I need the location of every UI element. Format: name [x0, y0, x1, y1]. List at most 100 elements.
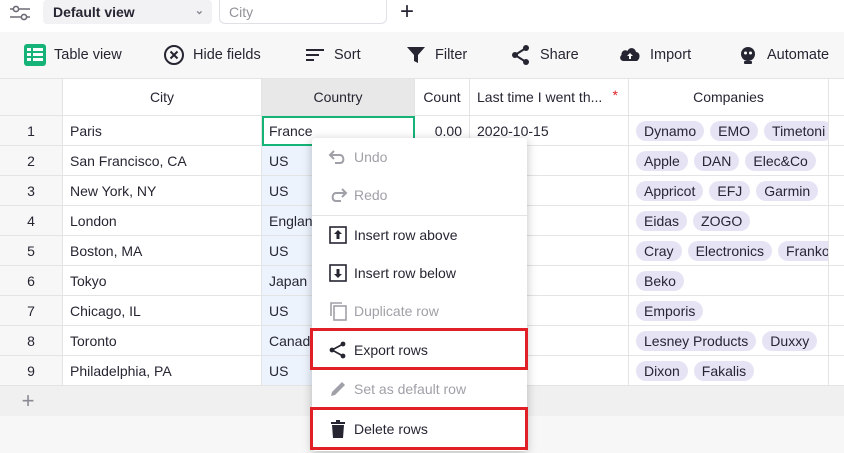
row-number[interactable]: 8: [0, 326, 63, 356]
cell-companies[interactable]: Emporis: [629, 296, 829, 326]
row-number[interactable]: 6: [0, 266, 63, 296]
cell-city[interactable]: London: [63, 206, 262, 236]
column-header-country[interactable]: Country: [262, 79, 415, 116]
column-header-city[interactable]: City: [63, 79, 262, 116]
company-chip[interactable]: Dixon: [636, 360, 688, 381]
view-name: Default view: [53, 4, 135, 20]
set-default-label: Set as default row: [354, 381, 467, 397]
cell-city-text: San Francisco, CA: [70, 152, 187, 169]
robot-icon: [741, 47, 755, 64]
company-chip[interactable]: Duxxy: [762, 330, 818, 351]
add-view-button[interactable]: +: [400, 0, 414, 25]
column-header-count[interactable]: Count: [415, 79, 470, 116]
company-chip[interactable]: Cray: [636, 240, 682, 261]
cell-companies[interactable]: Dynamo EMO Timetoni: [629, 116, 829, 146]
company-chip[interactable]: Apple: [636, 150, 688, 171]
context-menu: Undo Redo Insert row above Insert row be…: [312, 138, 527, 451]
table-view-label: Table view: [54, 47, 122, 63]
cell-companies[interactable]: Eidas ZOGO: [629, 206, 829, 236]
redo-label: Redo: [354, 187, 388, 203]
companies-header-label: Companies: [693, 89, 764, 105]
row-filler: [829, 206, 844, 236]
row-number[interactable]: 2: [0, 146, 63, 176]
row-number-text: 6: [27, 272, 35, 289]
search-input[interactable]: City: [219, 0, 387, 24]
cell-companies[interactable]: Appricot EFJ Garmin: [629, 176, 829, 206]
row-number[interactable]: 1: [0, 116, 63, 146]
row-number[interactable]: 7: [0, 296, 63, 326]
import-label: Import: [650, 47, 692, 63]
row-number[interactable]: 4: [0, 206, 63, 236]
company-chip[interactable]: Timetoni: [764, 120, 828, 141]
count-header-label: Count: [423, 89, 461, 105]
menu-item-insert-above[interactable]: Insert row above: [312, 216, 527, 254]
import-button[interactable]: Import: [618, 32, 691, 78]
menu-item-insert-below[interactable]: Insert row below: [312, 254, 527, 292]
row-number[interactable]: 5: [0, 236, 63, 266]
cell-city[interactable]: Toronto: [63, 326, 262, 356]
menu-item-redo[interactable]: Redo: [312, 176, 527, 214]
insert-above-icon: [329, 226, 347, 244]
company-chip[interactable]: Lesney Products: [636, 330, 757, 351]
redo-icon: [331, 188, 348, 202]
company-chip[interactable]: Electronics: [687, 240, 773, 261]
cell-companies[interactable]: Lesney Products Duxxy: [629, 326, 829, 356]
cell-city-text: Tokyo: [70, 272, 107, 289]
menu-item-undo[interactable]: Undo: [312, 138, 527, 176]
cell-companies[interactable]: Beko: [629, 266, 829, 296]
top-bar: Default view ⌄ City +: [0, 0, 844, 26]
share-icon: [512, 45, 529, 65]
company-chip[interactable]: Beko: [636, 270, 684, 291]
cell-city[interactable]: Chicago, IL: [63, 296, 262, 326]
company-chip[interactable]: EFJ: [709, 180, 751, 201]
cell-city[interactable]: New York, NY: [63, 176, 262, 206]
cell-companies[interactable]: Cray Electronics Franko: [629, 236, 829, 266]
filter-button[interactable]: Filter: [405, 32, 467, 78]
cell-city-text: Philadelphia, PA: [70, 362, 172, 379]
cell-city[interactable]: Tokyo: [63, 266, 262, 296]
company-chip[interactable]: Appricot: [636, 180, 704, 201]
cell-country-text: US: [269, 152, 289, 169]
cell-companies[interactable]: Apple DAN Elec&Co: [629, 146, 829, 176]
cell-city[interactable]: Paris: [63, 116, 262, 146]
menu-item-duplicate[interactable]: Duplicate row: [312, 292, 527, 330]
menu-item-set-default[interactable]: Set as default row: [312, 370, 527, 408]
company-chip[interactable]: Emporis: [636, 300, 704, 321]
undo-icon: [328, 150, 345, 164]
cell-city[interactable]: Philadelphia, PA: [63, 356, 262, 386]
column-header-companies[interactable]: Companies: [629, 79, 829, 116]
company-chip[interactable]: DAN: [693, 150, 740, 171]
cloud-upload-icon: [620, 48, 640, 61]
company-chip[interactable]: Dynamo: [636, 120, 705, 141]
company-chip[interactable]: Fakalis: [693, 360, 755, 381]
sliders-icon[interactable]: [8, 3, 32, 23]
column-header-last-time[interactable]: Last time I went th... *: [470, 79, 629, 116]
share-button[interactable]: Share: [510, 32, 579, 78]
hide-fields-button[interactable]: Hide fields: [163, 32, 261, 78]
table-view-button[interactable]: Table view: [24, 32, 122, 78]
company-chip[interactable]: Franko: [778, 240, 828, 261]
automate-button[interactable]: Automate: [737, 32, 829, 78]
row-filler: [829, 296, 844, 326]
view-selector[interactable]: Default view ⌄: [43, 0, 212, 24]
cell-last-time-text: 2020-10-15: [477, 122, 549, 139]
cell-city-text: Toronto: [70, 332, 117, 349]
highlight-delete-rows: [310, 407, 528, 450]
required-asterisk: *: [612, 87, 618, 103]
row-number[interactable]: 9: [0, 356, 63, 386]
company-chip[interactable]: EMO: [710, 120, 759, 141]
cell-companies[interactable]: Dixon Fakalis: [629, 356, 829, 386]
add-row-button[interactable]: +: [0, 386, 56, 416]
company-chip[interactable]: Eidas: [636, 210, 688, 231]
sort-button[interactable]: Sort: [304, 32, 361, 78]
row-filler: [829, 176, 844, 206]
header-filler: [829, 79, 844, 116]
cell-city[interactable]: Boston, MA: [63, 236, 262, 266]
cell-city[interactable]: San Francisco, CA: [63, 146, 262, 176]
company-chip[interactable]: ZOGO: [693, 210, 751, 231]
row-number[interactable]: 3: [0, 176, 63, 206]
company-chip[interactable]: Garmin: [756, 180, 819, 201]
cell-country-text: US: [269, 362, 289, 379]
row-filler: [829, 326, 844, 356]
company-chip[interactable]: Elec&Co: [745, 150, 816, 171]
